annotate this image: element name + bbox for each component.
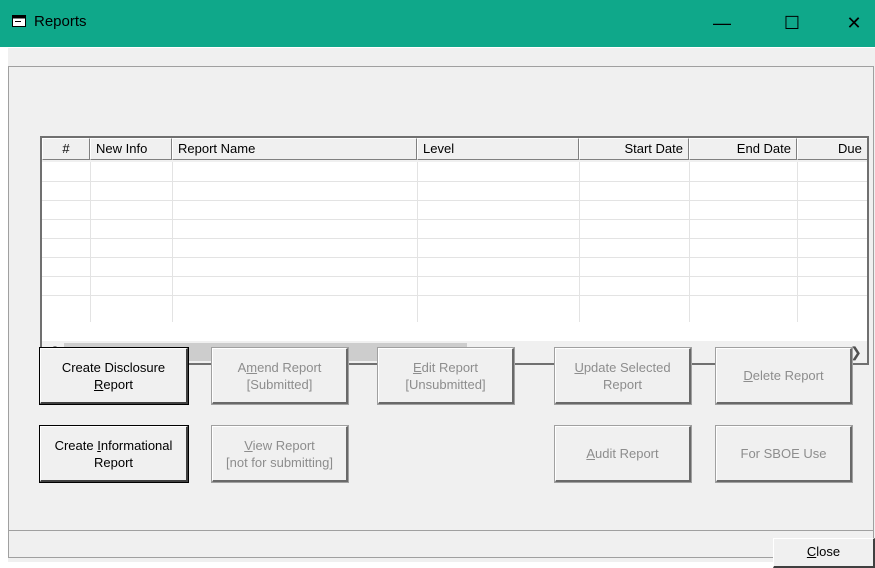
delete-report-button[interactable]: Delete Report: [715, 347, 853, 405]
window-icon: [12, 15, 26, 27]
create-info-line2: Report: [93, 454, 134, 470]
update-selected-report-button[interactable]: Update Selected Report: [554, 347, 692, 405]
delete-mnemonic: D: [743, 368, 753, 383]
view-mnemonic: V: [244, 437, 253, 453]
close-label-rest: lose: [816, 544, 841, 559]
close-window-button[interactable]: ✕: [826, 0, 875, 47]
window-title: Reports: [34, 13, 87, 30]
column-header-end-date[interactable]: End Date: [689, 138, 797, 160]
column-header-new-info[interactable]: New Info: [90, 138, 172, 160]
amend-label-rest: end Report: [257, 359, 322, 375]
column-header-level[interactable]: Level: [417, 138, 579, 160]
column-header-number[interactable]: #: [42, 138, 90, 160]
close-button[interactable]: Close: [773, 538, 875, 568]
create-info-label-rest: nformational: [100, 437, 173, 453]
reports-grid[interactable]: # New Info Report Name Level Start Date …: [40, 136, 869, 365]
create-disclosure-mnemonic: R: [93, 376, 104, 392]
column-header-due[interactable]: Due: [797, 138, 867, 160]
grid-body: [42, 162, 867, 322]
edit-mnemonic: E: [412, 359, 422, 375]
grid-header: # New Info Report Name Level Start Date …: [42, 138, 867, 162]
view-line2: [not for submitting]: [226, 454, 333, 470]
audit-label-rest: udit Report: [595, 446, 659, 461]
for-sboe-use-button[interactable]: For SBOE Use: [715, 425, 853, 483]
delete-label-rest: elete Report: [752, 368, 824, 383]
create-informational-report-button[interactable]: Create Informational Report: [39, 425, 189, 483]
column-header-start-date[interactable]: Start Date: [579, 138, 689, 160]
reports-dialog: # New Info Report Name Level Start Date …: [8, 48, 875, 568]
edit-line2: [Unsubmitted]: [405, 376, 486, 392]
minimize-button[interactable]: —: [694, 0, 750, 47]
edit-label-rest: dit Report: [421, 359, 479, 375]
sboe-label: For SBOE Use: [740, 446, 827, 461]
audit-report-button[interactable]: Audit Report: [554, 425, 692, 483]
view-report-button[interactable]: View Report [not for submitting]: [211, 425, 349, 483]
column-header-report-name[interactable]: Report Name: [172, 138, 417, 160]
amend-report-button[interactable]: Amend Report [Submitted]: [211, 347, 349, 405]
maximize-button[interactable]: ☐: [764, 0, 820, 47]
update-mnemonic: U: [574, 359, 584, 375]
title-bar: Reports — ☐ ✕: [0, 0, 875, 47]
bottom-separator: [8, 530, 874, 531]
create-disclosure-report-button[interactable]: Create Disclosure Report: [39, 347, 189, 405]
close-mnemonic: C: [806, 544, 817, 559]
amend-mnemonic: m: [246, 359, 258, 375]
edit-report-button[interactable]: Edit Report [Unsubmitted]: [377, 347, 515, 405]
update-line2: Report: [602, 376, 643, 392]
create-info-label-a: Create: [54, 437, 98, 453]
amend-label-a: A: [237, 359, 247, 375]
create-disclosure-line1: Create Disclosure: [61, 359, 166, 375]
view-label-rest: iew Report: [252, 437, 315, 453]
amend-line2: [Submitted]: [246, 376, 313, 392]
audit-mnemonic: A: [586, 446, 596, 461]
create-disclosure-line2: eport: [103, 376, 134, 392]
update-label-rest: pdate Selected: [583, 359, 671, 375]
